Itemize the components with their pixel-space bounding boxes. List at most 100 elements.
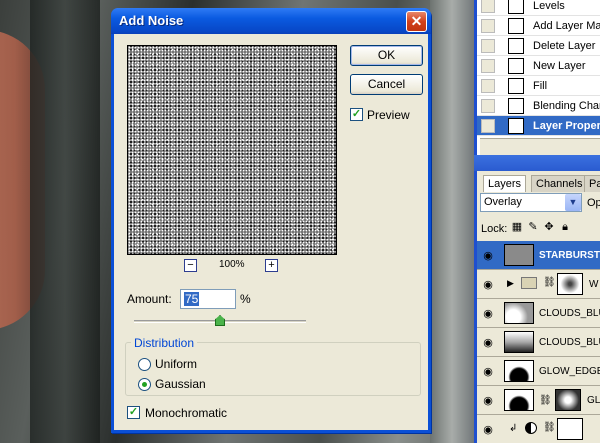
layer-row[interactable]: ◉ STARBURST	[477, 241, 600, 270]
layer-thumbnail	[504, 360, 534, 382]
layer-thumbnail	[504, 244, 534, 266]
clip-arrow-icon: ↲	[509, 423, 518, 434]
adjustment-layer-icon	[525, 422, 537, 434]
layer-mask-thumbnail	[557, 418, 583, 440]
monochromatic-checkbox[interactable]: ✓	[127, 406, 140, 419]
link-icon: ⛓	[539, 395, 552, 406]
history-item-label: Fill	[533, 80, 548, 92]
history-step-icon	[508, 58, 524, 74]
layer-mask-thumbnail	[557, 273, 583, 295]
history-item-label: Blending Chan	[533, 100, 600, 112]
history-snapshot-box[interactable]	[481, 0, 495, 13]
layer-name: GL	[587, 395, 600, 406]
dialog-titlebar[interactable]: Add Noise ✕	[111, 8, 431, 34]
history-toolbar	[480, 138, 600, 155]
folder-icon	[521, 277, 537, 289]
layer-thumbnail	[504, 331, 534, 353]
lock-brush-icon[interactable]: ✎	[527, 221, 539, 233]
preview-label[interactable]: Preview	[367, 108, 410, 122]
layer-row[interactable]: ◉ CLOUDS_BLU	[477, 328, 600, 357]
amount-input[interactable]: 75	[180, 289, 236, 309]
chevron-down-icon[interactable]: ▼	[565, 194, 581, 211]
dialog-title: Add Noise	[119, 13, 184, 28]
layer-row[interactable]: ◉ GLOW_EDGES	[477, 357, 600, 386]
eye-icon[interactable]: ◉	[480, 336, 496, 349]
layer-row[interactable]: ◉ CLOUDS_BLU	[477, 299, 600, 328]
history-item-label: Levels	[533, 0, 565, 12]
history-item[interactable]: Add Layer Mas	[477, 16, 600, 36]
ok-button[interactable]: OK	[350, 45, 423, 66]
eye-icon[interactable]: ◉	[480, 249, 496, 262]
cancel-button[interactable]: Cancel	[350, 74, 423, 95]
layer-name: GLOW_EDGES	[539, 366, 600, 377]
history-item[interactable]: Blending Chan	[477, 96, 600, 116]
uniform-radio[interactable]	[138, 358, 151, 371]
history-item-label: Delete Layer	[533, 40, 596, 52]
minus-icon: −	[187, 259, 194, 271]
lock-label: Lock:	[481, 223, 508, 235]
history-item-selected[interactable]: Layer Proper	[477, 116, 600, 136]
add-noise-dialog: Add Noise ✕ − 100% + Amount: 75 % Distri…	[111, 8, 431, 433]
eye-icon[interactable]: ◉	[480, 394, 496, 407]
layer-name: STARBURST	[539, 250, 600, 261]
amount-unit: %	[240, 292, 251, 306]
gaussian-radio[interactable]	[138, 378, 151, 391]
link-icon: ⛓	[543, 422, 556, 433]
tab-layers[interactable]: Layers	[483, 175, 527, 192]
eye-icon[interactable]: ◉	[480, 423, 496, 436]
layer-mask-thumbnail	[555, 389, 581, 411]
layer-row[interactable]: ◉ ↲ ⛓	[477, 415, 600, 443]
noise-preview-image	[128, 46, 336, 254]
layer-name: CLOUDS_BLU	[539, 337, 600, 348]
gaussian-label[interactable]: Gaussian	[155, 377, 206, 391]
palette-panels: Levels Add Layer Mas Delete Layer New La…	[474, 0, 600, 443]
history-step-icon	[508, 78, 524, 94]
layer-row[interactable]: ◉ ⛓ GL	[477, 386, 600, 415]
expand-arrow-icon[interactable]: ▶	[507, 278, 514, 289]
eye-icon[interactable]: ◉	[480, 278, 496, 291]
history-step-icon	[508, 18, 524, 34]
eye-icon[interactable]: ◉	[480, 307, 496, 320]
layer-name: W	[589, 279, 599, 290]
preview-checkbox[interactable]: ✓	[350, 108, 363, 121]
history-snapshot-box[interactable]	[481, 79, 495, 93]
close-icon: ✕	[410, 13, 423, 29]
history-snapshot-box[interactable]	[481, 119, 495, 133]
history-item[interactable]: Levels	[477, 0, 600, 16]
lock-move-icon[interactable]: ✥	[543, 221, 555, 233]
photo-dark-area	[30, 0, 100, 443]
history-item[interactable]: New Layer	[477, 56, 600, 76]
layer-thumbnail	[504, 389, 534, 411]
history-snapshot-box[interactable]	[481, 99, 495, 113]
history-step-icon	[508, 118, 524, 134]
opacity-label: Op	[587, 197, 600, 209]
amount-slider-thumb[interactable]	[215, 315, 225, 326]
tab-paths[interactable]: Pa	[584, 175, 600, 192]
tab-channels[interactable]: Channels	[531, 175, 588, 192]
zoom-out-button[interactable]: −	[184, 259, 197, 272]
layer-row[interactable]: ◉ ▶ ⛓ W	[477, 270, 600, 299]
noise-preview[interactable]	[127, 45, 337, 255]
eye-icon[interactable]: ◉	[480, 365, 496, 378]
history-item[interactable]: Fill	[477, 76, 600, 96]
zoom-level: 100%	[219, 259, 245, 270]
layer-thumbnail	[504, 302, 534, 324]
history-item[interactable]: Delete Layer	[477, 36, 600, 56]
distribution-title: Distribution	[131, 336, 198, 350]
monochromatic-label[interactable]: Monochromatic	[145, 406, 227, 420]
history-panel: Levels Add Layer Mas Delete Layer New La…	[474, 0, 600, 155]
history-snapshot-box[interactable]	[481, 39, 495, 53]
lock-all-icon[interactable]: 🔒︎	[559, 221, 571, 233]
lock-transparency-icon[interactable]: ▦	[511, 221, 523, 233]
zoom-in-button[interactable]: +	[265, 259, 278, 272]
close-button[interactable]: ✕	[406, 11, 427, 32]
history-snapshot-box[interactable]	[481, 59, 495, 73]
uniform-label[interactable]: Uniform	[155, 357, 197, 371]
plus-icon: +	[268, 259, 275, 271]
history-step-icon	[508, 98, 524, 114]
history-snapshot-box[interactable]	[481, 19, 495, 33]
link-icon: ⛓	[543, 277, 556, 288]
blend-mode-value: Overlay	[484, 196, 522, 208]
palette-divider	[474, 155, 600, 171]
history-item-label: Add Layer Mas	[533, 20, 600, 32]
